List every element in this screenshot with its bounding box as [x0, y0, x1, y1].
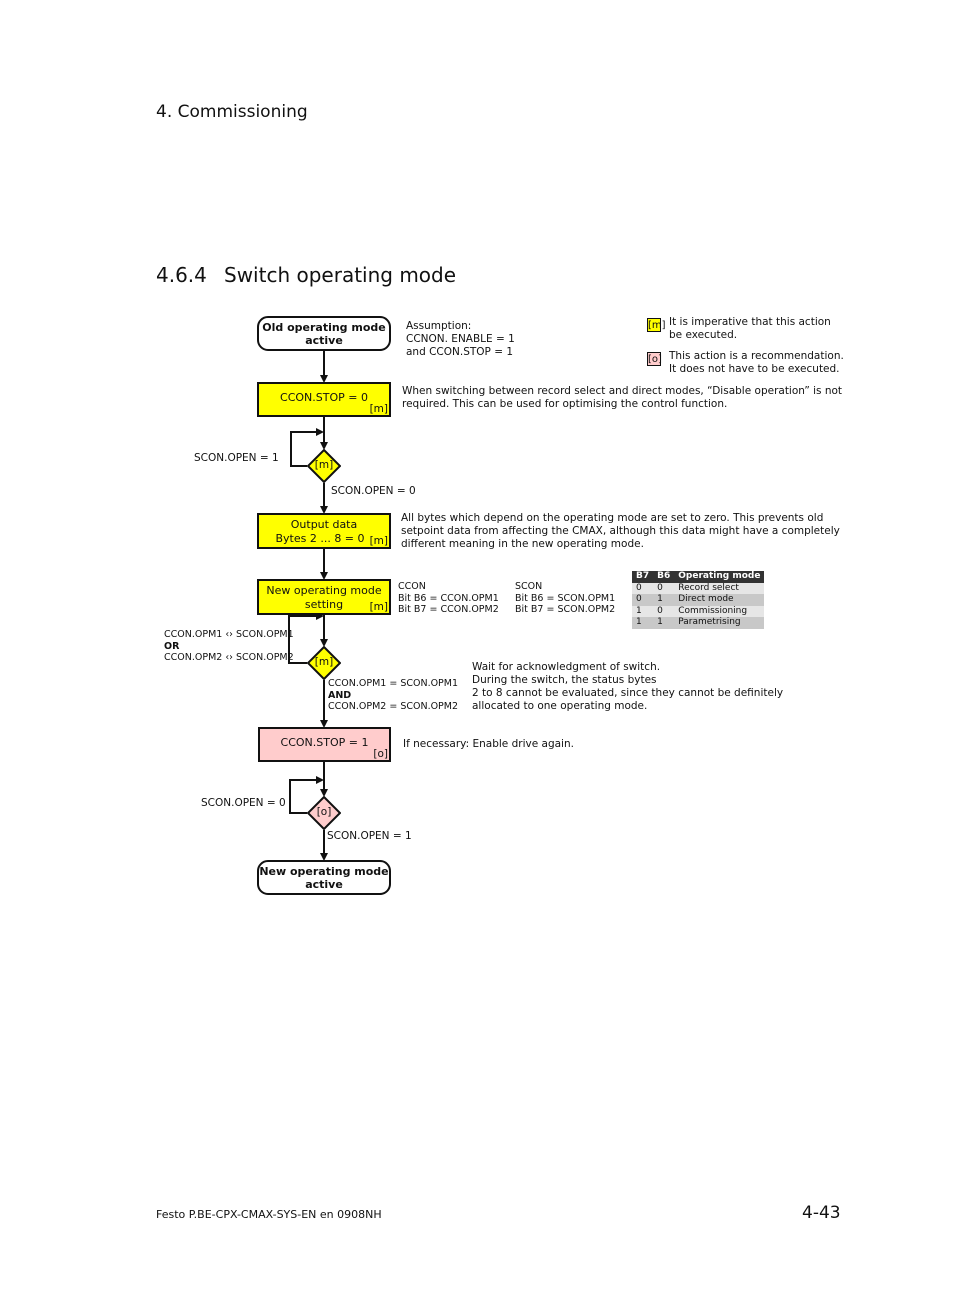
- assumption-note: Assumption: CCNON. ENABLE = 1 and CCON.S…: [406, 320, 515, 359]
- scon-title: SCON: [515, 581, 543, 592]
- step1-note: When switching between record select and…: [402, 385, 842, 411]
- decision2-exit-line1: CCON.OPM1 = SCON.OPM1: [328, 678, 459, 689]
- footer-page-number: 4-43: [802, 1203, 841, 1223]
- step-ccon-stop-0: CCON.STOP = 0 [m]: [257, 382, 391, 417]
- decision2-tag: [m]: [314, 656, 334, 668]
- step1-note-line2: required. This can be used for optimisin…: [402, 398, 728, 410]
- decision-scon-open-1: [m]: [307, 449, 341, 483]
- step2-tag: [m]: [369, 535, 388, 547]
- cell-mode: Commissioning: [674, 605, 765, 617]
- legend-m-chip: [m]: [647, 318, 666, 332]
- flowchart-connectors: [288, 350, 328, 861]
- step2-note: All bytes which depend on the operating …: [401, 512, 840, 551]
- assumption-line3: and CCON.STOP = 1: [406, 346, 514, 358]
- legend-o-chip: [o]: [647, 352, 662, 366]
- step-output-data-zero: Output data Bytes 2 ... 8 = 0 [m]: [257, 513, 391, 549]
- decision2-exit-line3: CCON.OPM2 = SCON.OPM2: [328, 701, 459, 712]
- scon-b7: Bit B7 = SCON.OPM2: [515, 604, 616, 615]
- table-row: 0 0 Record select: [632, 582, 765, 594]
- decision3-tag: [o]: [316, 806, 332, 818]
- assumption-line2: CCNON. ENABLE = 1: [406, 333, 515, 345]
- cell-b7: 1: [632, 605, 654, 617]
- step1-label: CCON.STOP = 0: [280, 391, 368, 404]
- table-header-row: B7 B6 Operating mode: [632, 571, 765, 583]
- cell-b7: 0: [632, 582, 654, 594]
- ccon-b7: Bit B7 = CCON.OPM2: [398, 604, 499, 615]
- decision-opm-match: [m]: [307, 646, 341, 680]
- legend-o-text: This action is a recommendation. It does…: [669, 350, 844, 376]
- decision1-exit-label: SCON.OPEN = 0: [331, 485, 416, 497]
- decision2-exit-condition: CCON.OPM1 = SCON.OPM1 AND CCON.OPM2 = SC…: [328, 678, 458, 713]
- start-terminal: Old operating mode active: [257, 316, 391, 351]
- cell-mode: Record select: [674, 582, 765, 594]
- start-line2: active: [305, 334, 343, 347]
- assumption-line1: Assumption:: [406, 320, 472, 332]
- operating-mode-table: B7 B6 Operating mode 0 0 Record select 0…: [632, 571, 765, 629]
- legend-o-line1: This action is a recommendation.: [669, 350, 844, 362]
- step2-line1: Output data: [290, 518, 358, 531]
- start-line1: Old operating mode: [262, 321, 386, 334]
- legend-m-text: It is imperative that this action be exe…: [669, 316, 831, 342]
- step3-line1: New operating mode: [266, 584, 382, 597]
- decision2-loop-or: OR: [164, 640, 180, 652]
- table-row: 0 1 Direct mode: [632, 594, 765, 606]
- decision1-tag: [m]: [314, 459, 334, 471]
- scon-b6: Bit B6 = SCON.OPM1: [515, 592, 616, 604]
- cell-mode: Direct mode: [674, 594, 765, 606]
- step3-tag: [m]: [369, 601, 388, 613]
- step-new-mode-setting: New operating mode setting [m]: [257, 579, 391, 615]
- cell-mode: Parametrising: [674, 617, 765, 629]
- ccon-bits-note: CCON Bit B6 = CCON.OPM1 Bit B7 = CCON.OP…: [398, 581, 499, 616]
- table-row: 1 1 Parametrising: [632, 617, 765, 629]
- decision1-loop-label: SCON.OPEN = 1: [194, 452, 279, 464]
- ccon-b6: Bit B6 = CCON.OPM1: [398, 592, 499, 604]
- decision2-note: Wait for acknowledgment of switch. Durin…: [472, 661, 783, 713]
- decision2-exit-and: AND: [328, 689, 352, 701]
- decision2-loop-line3: CCON.OPM2 ‹› SCON.OPM2: [164, 652, 294, 663]
- decision2-note-line4: allocated to one operating mode.: [472, 700, 648, 712]
- decision2-note-line2: During the switch, the status bytes: [472, 674, 657, 686]
- header-b6: B6: [653, 571, 675, 583]
- cell-b6: 1: [653, 617, 675, 629]
- header-b7: B7: [632, 571, 654, 583]
- cell-b7: 0: [632, 594, 654, 606]
- scon-bits-note: SCON Bit B6 = SCON.OPM1 Bit B7 = SCON.OP…: [515, 581, 615, 616]
- cell-b6: 0: [653, 605, 675, 617]
- end-terminal: New operating mode active: [257, 860, 391, 895]
- legend-m-line1: It is imperative that this action: [669, 316, 831, 328]
- step4-note: If necessary: Enable drive again.: [403, 738, 574, 750]
- footer-doc-id: Festo P.BE-CPX-CMAX-SYS-EN en 0908NH: [156, 1208, 382, 1221]
- cell-b6: 1: [653, 594, 675, 606]
- decision2-note-line3: 2 to 8 cannot be evaluated, since they c…: [472, 687, 784, 699]
- cell-b6: 0: [653, 582, 675, 594]
- header-operating-mode: Operating mode: [674, 571, 765, 583]
- ccon-title: CCON: [398, 581, 426, 592]
- end-line1: New operating mode: [259, 865, 389, 878]
- end-line2: active: [305, 878, 343, 891]
- decision3-loop-label: SCON.OPEN = 0: [201, 797, 286, 809]
- step1-tag: [m]: [369, 403, 388, 415]
- cell-b7: 1: [632, 617, 654, 629]
- decision2-loop-condition: CCON.OPM1 ‹› SCON.OPM1 OR CCON.OPM2 ‹› S…: [164, 629, 294, 664]
- step4-label: CCON.STOP = 1: [280, 736, 369, 749]
- decision2-loop-line1: CCON.OPM1 ‹› SCON.OPM1: [164, 629, 294, 640]
- step2-note-line1: All bytes which depend on the operating …: [401, 512, 824, 524]
- decision3-exit-label: SCON.OPEN = 1: [327, 830, 412, 842]
- step-ccon-stop-1: CCON.STOP = 1 [o]: [258, 727, 391, 762]
- legend-m-line2: be executed.: [669, 329, 738, 341]
- step2-note-line2: setpoint data from affecting the CMAX, a…: [401, 525, 840, 537]
- step4-tag: [o]: [373, 748, 388, 760]
- table-row: 1 0 Commissioning: [632, 605, 765, 617]
- legend-o-line2: It does not have to be executed.: [669, 363, 840, 375]
- step2-note-line3: different meaning in the new operating m…: [401, 538, 644, 550]
- decision-scon-open-0: [o]: [307, 796, 341, 830]
- step1-note-line1: When switching between record select and…: [402, 385, 843, 397]
- decision2-note-line1: Wait for acknowledgment of switch.: [472, 661, 661, 673]
